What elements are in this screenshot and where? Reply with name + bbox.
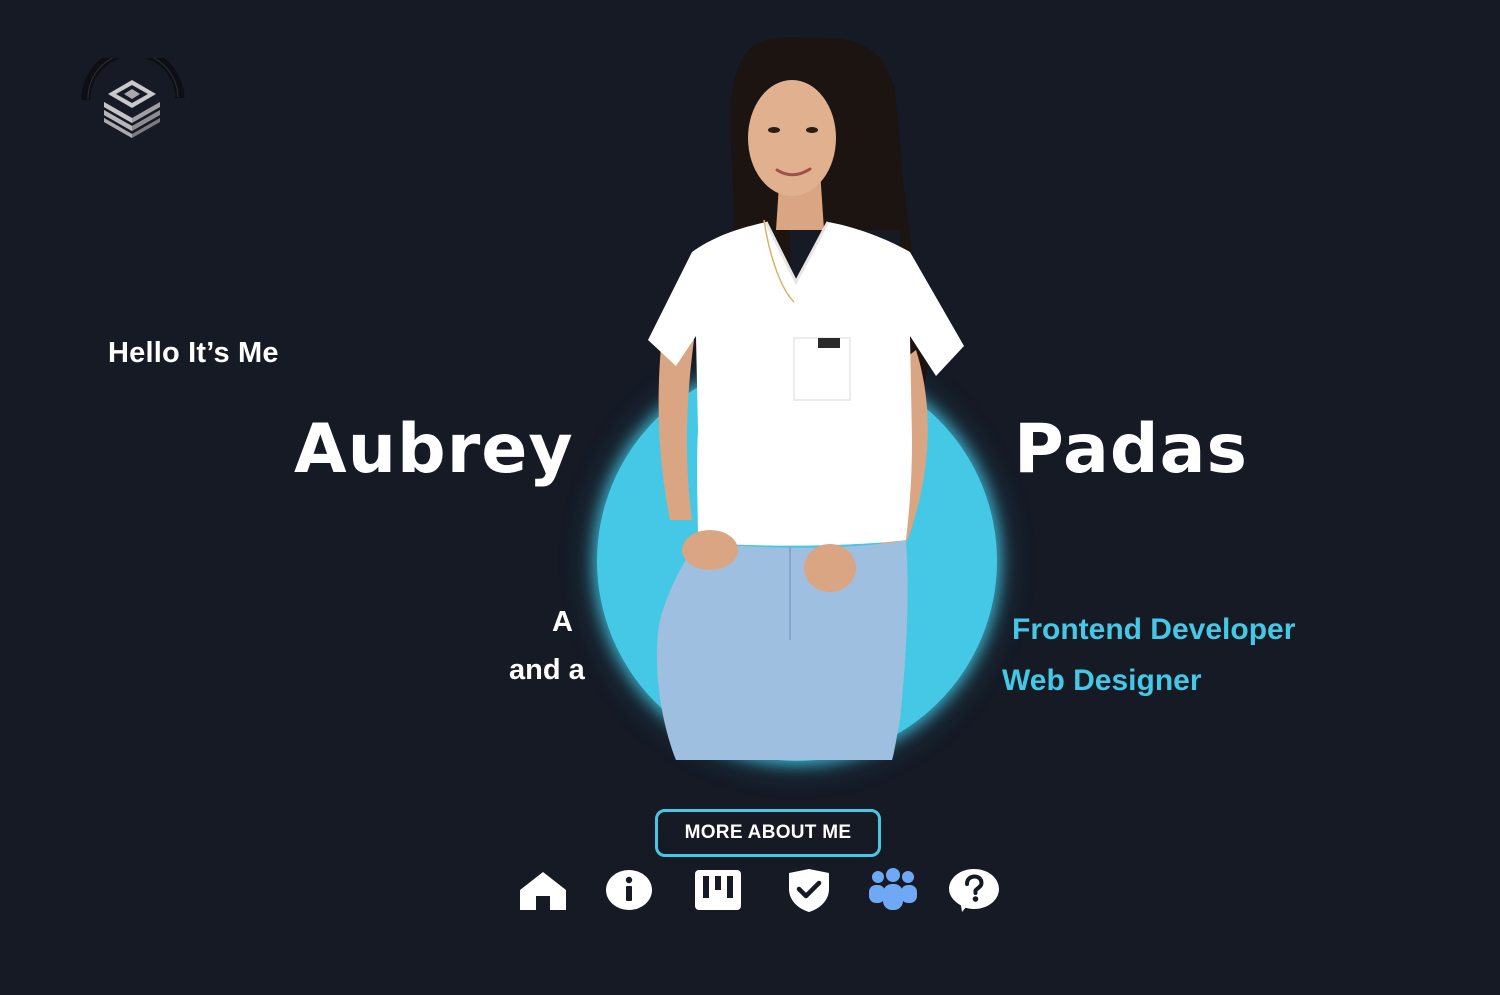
role-prefix-and-a: and a [509, 654, 585, 686]
projects-icon [695, 870, 741, 910]
site-logo[interactable] [76, 47, 186, 140]
first-name-heading: Aubrey [294, 410, 574, 489]
team-icon [869, 868, 917, 910]
nav-about[interactable] [603, 866, 655, 914]
nav-services[interactable] [783, 866, 835, 914]
nav-home[interactable] [517, 866, 569, 914]
role-prefix-a: A [552, 606, 573, 638]
shield-check-icon [789, 869, 829, 912]
info-icon [606, 870, 652, 910]
role-web-designer: Web Designer [1002, 664, 1202, 697]
person-illustration [648, 37, 964, 760]
help-icon [949, 869, 999, 912]
nav-team[interactable] [867, 866, 919, 914]
home-icon [520, 872, 566, 910]
bottom-nav [0, 866, 1500, 916]
nav-faq[interactable] [948, 866, 1000, 914]
profile-photo [560, 20, 1040, 761]
more-about-me-button[interactable]: MORE ABOUT ME [655, 809, 881, 857]
last-name-heading: Padas [1014, 410, 1248, 489]
greeting-text: Hello It’s Me [108, 337, 279, 369]
nav-projects[interactable] [692, 866, 744, 914]
role-frontend-developer: Frontend Developer [1012, 613, 1296, 646]
